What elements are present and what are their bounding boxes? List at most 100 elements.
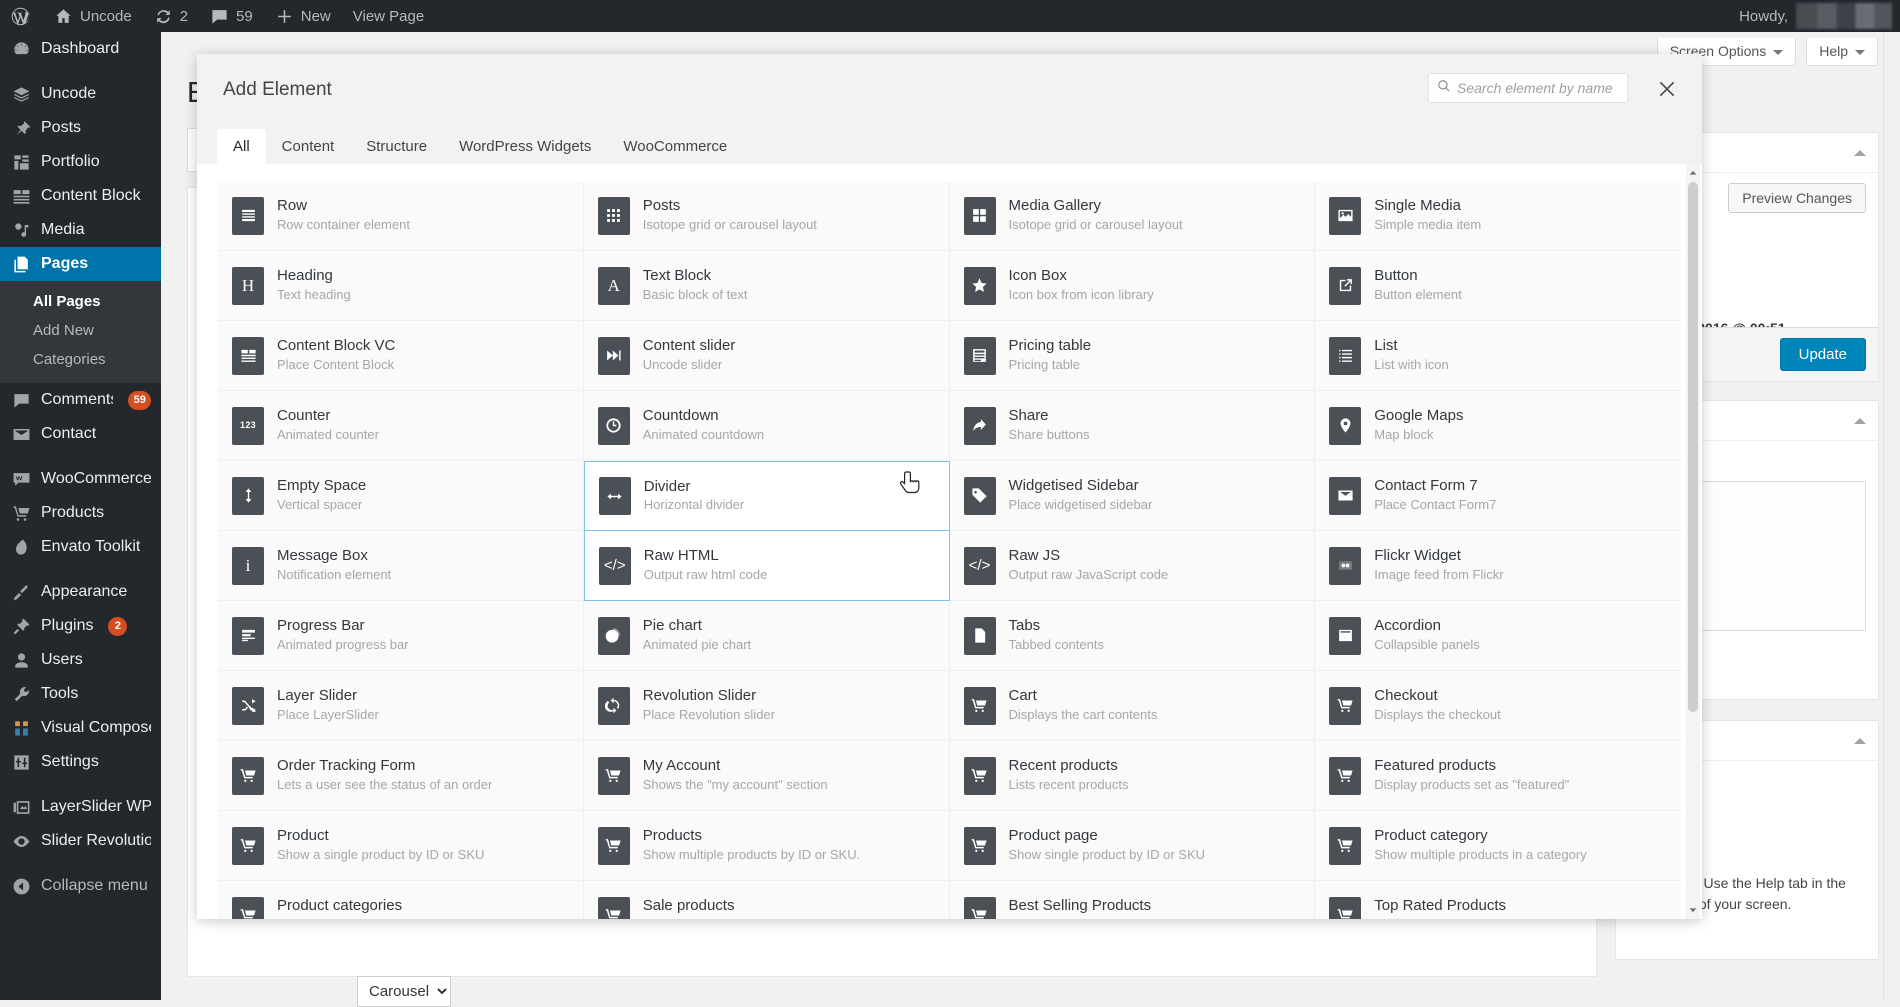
close-modal-button[interactable] <box>1654 76 1680 102</box>
element-card[interactable]: List List with icon <box>1315 321 1681 391</box>
element-card[interactable]: Revolution Slider Place Revolution slider <box>583 671 950 741</box>
scrollbar-thumb[interactable] <box>1688 182 1698 712</box>
element-card[interactable]: Product categoriesDisplay product catego… <box>218 881 584 919</box>
element-name: Raw JS <box>1008 547 1061 565</box>
element-card[interactable]: Button Button element <box>1315 251 1681 321</box>
sidebar-item-layerslider-wp[interactable]: LayerSlider WP <box>0 790 161 824</box>
modal-scrollbar[interactable] <box>1686 164 1700 919</box>
preview-changes-button[interactable]: Preview Changes <box>1728 183 1866 213</box>
element-card[interactable]: Content Block VC Place Content Block <box>218 321 584 391</box>
tab-wordpress-widgets[interactable]: WordPress Widgets <box>443 129 607 165</box>
element-card[interactable]: i Message Box Notification element <box>218 531 584 601</box>
element-card[interactable]: Media Gallery Isotope grid or carousel la… <box>949 181 1316 251</box>
sidebar-item-content-block[interactable]: Content Block <box>0 179 161 213</box>
element-card[interactable]: A Text Block Basic block of text <box>583 251 950 321</box>
chevron-up-icon[interactable] <box>1854 737 1866 744</box>
sidebar-item-woocommerce[interactable]: WooCommerce <box>0 462 161 496</box>
sidebar-item-appearance[interactable]: Appearance <box>0 575 161 609</box>
element-card[interactable]: Product page Show single product by ID or… <box>949 811 1316 881</box>
element-card[interactable]: Countdown Animated countdown <box>583 391 950 461</box>
element-card[interactable]: Google Maps Map block <box>1315 391 1681 461</box>
element-card[interactable]: Row Row container element <box>218 181 584 251</box>
sidebar-label-collapse-menu: Collapse menu <box>41 877 148 894</box>
sidebar-item-media[interactable]: Media <box>0 213 161 247</box>
sidebar-subitem-categories[interactable]: Categories <box>0 345 161 374</box>
adminbar-updates[interactable]: 2 <box>143 0 199 32</box>
help-button[interactable]: Help <box>1806 38 1878 66</box>
element-card[interactable]: Top Rated ProductsLists top rated produc… <box>1315 881 1681 919</box>
carousel-select[interactable]: Carousel <box>357 976 451 1007</box>
element-card[interactable]: Checkout Displays the checkout <box>1315 671 1681 741</box>
adminbar-site-name[interactable]: Uncode <box>43 0 143 32</box>
element-card[interactable]: 123 Counter Animated counter <box>218 391 584 461</box>
element-card[interactable]: Accordion Collapsible panels <box>1315 601 1681 671</box>
element-card[interactable]: Empty Space Vertical spacer <box>218 461 584 531</box>
element-card[interactable]: Posts Isotope grid or carousel layout <box>583 181 950 251</box>
update-button[interactable]: Update <box>1779 338 1866 371</box>
adminbar-account[interactable]: Howdy, <box>1739 3 1900 29</box>
element-card[interactable]: Single Media Simple media item <box>1315 181 1681 251</box>
sidebar-item-users[interactable]: Users <box>0 643 161 677</box>
element-card[interactable]: Product Show a single product by ID or SK… <box>218 811 584 881</box>
element-card[interactable]: Content slider Uncode slider <box>583 321 950 391</box>
element-card[interactable]: Cart Displays the cart contents <box>949 671 1316 741</box>
element-card[interactable]: Order Tracking Form Lets a user see the s… <box>218 741 584 811</box>
sidebar-item-collapse-menu[interactable]: Collapse menu <box>0 869 161 903</box>
chevron-up-icon[interactable] <box>1854 149 1866 156</box>
search-input[interactable] <box>1457 80 1619 96</box>
page-scrollbar[interactable] <box>1883 32 1900 1000</box>
element-card[interactable]: Divider Horizontal divider <box>583 461 950 531</box>
sidebar-item-envato-toolkit[interactable]: Envato Toolkit <box>0 530 161 564</box>
sidebar-subitem-add-new[interactable]: Add New <box>0 316 161 345</box>
scroll-down-icon[interactable] <box>1686 902 1700 918</box>
element-card[interactable]: Products Show multiple products by ID or … <box>583 811 950 881</box>
sidebar-item-products[interactable]: Products <box>0 496 161 530</box>
sidebar-item-pages[interactable]: Pages <box>0 247 169 281</box>
element-card[interactable]: </> Raw HTML Output raw html code <box>583 531 950 601</box>
search-element-field[interactable] <box>1428 73 1628 103</box>
tab-woocommerce[interactable]: WooCommerce <box>607 129 743 165</box>
adminbar-view-page[interactable]: View Page <box>342 0 435 32</box>
element-card[interactable]: Featured products Display products set as… <box>1315 741 1681 811</box>
element-card[interactable]: H Heading Text heading <box>218 251 584 321</box>
sidebar-item-plugins[interactable]: Plugins 2 <box>0 609 161 643</box>
element-card[interactable]: Best Selling ProductsLists best selling … <box>949 881 1316 919</box>
element-card[interactable]: Progress Bar Animated progress bar <box>218 601 584 671</box>
element-card-text: Flickr Widget Image feed from Flickr <box>1374 547 1503 584</box>
sidebar-item-settings[interactable]: Settings <box>0 745 161 779</box>
element-card[interactable]: Widgetised Sidebar Place widgetised sideb… <box>949 461 1316 531</box>
sidebar-item-posts[interactable]: Posts <box>0 111 161 145</box>
element-card[interactable]: Tabs Tabbed contents <box>949 601 1316 671</box>
sidebar-item-tools[interactable]: Tools <box>0 677 161 711</box>
sidebar-subitem-all-pages[interactable]: All Pages <box>0 287 161 316</box>
tab-structure[interactable]: Structure <box>350 129 443 165</box>
sidebar-item-comments[interactable]: Comments 59 <box>0 383 161 417</box>
sidebar-item-uncode[interactable]: Uncode <box>0 77 161 111</box>
element-card[interactable]: Flickr Widget Image feed from Flickr <box>1315 531 1681 601</box>
chevron-up-icon[interactable] <box>1854 417 1866 424</box>
element-card[interactable]: Product category Show multiple products i… <box>1315 811 1681 881</box>
element-card[interactable]: Pie chart Animated pie chart <box>583 601 950 671</box>
sidebar-item-portfolio[interactable]: Portfolio <box>0 145 161 179</box>
element-card[interactable]: Layer Slider Place LayerSlider <box>218 671 584 741</box>
element-card[interactable]: Share Share buttons <box>949 391 1316 461</box>
element-card-text: Progress Bar Animated progress bar <box>277 617 409 654</box>
element-card[interactable]: Recent products Lists recent products <box>949 741 1316 811</box>
element-card[interactable]: </> Raw JS Output raw JavaScript code <box>949 531 1316 601</box>
sidebar-item-visual-composer[interactable]: Visual Composer <box>0 711 161 745</box>
adminbar-new[interactable]: New <box>264 0 342 32</box>
element-card[interactable]: Sale productsLists products on sale <box>583 881 950 919</box>
tab-all[interactable]: All <box>217 129 266 165</box>
element-card[interactable]: My Account Shows the "my account" section <box>583 741 950 811</box>
element-card[interactable]: Icon Box Icon box from icon library <box>949 251 1316 321</box>
wordpress-logo-icon[interactable] <box>0 0 43 32</box>
sidebar-item-slider-revolution[interactable]: Slider Revolution <box>0 824 161 858</box>
sidebar-item-dashboard[interactable]: Dashboard <box>0 32 161 66</box>
element-card[interactable]: Pricing table Pricing table <box>949 321 1316 391</box>
adminbar-comments[interactable]: 59 <box>199 0 264 32</box>
element-card[interactable]: Contact Form 7 Place Contact Form7 <box>1315 461 1681 531</box>
scroll-up-icon[interactable] <box>1686 165 1700 181</box>
sidebar-item-contact[interactable]: Contact <box>0 417 161 451</box>
element-description: Lists recent products <box>1008 776 1129 792</box>
tab-content[interactable]: Content <box>266 129 351 165</box>
